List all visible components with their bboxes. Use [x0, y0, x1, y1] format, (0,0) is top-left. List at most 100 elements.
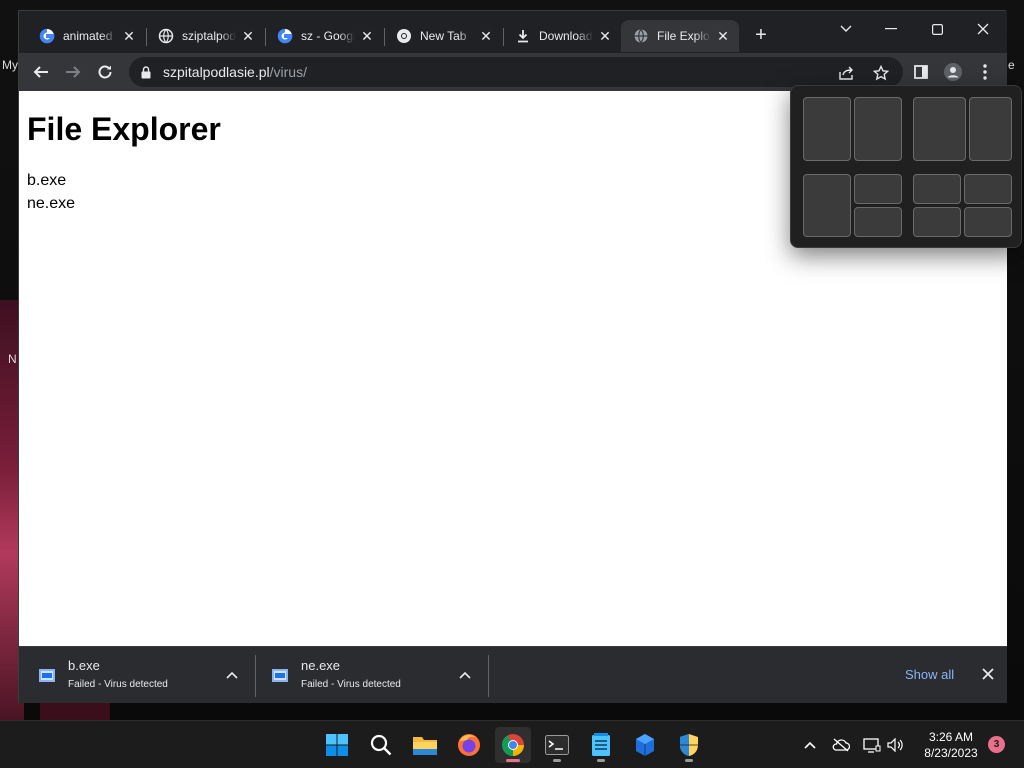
- globe-icon: [158, 28, 174, 44]
- page-title: File Explorer: [27, 111, 221, 147]
- network-icon[interactable]: [862, 735, 882, 755]
- desktop-icon-label[interactable]: e: [1008, 58, 1015, 72]
- tray-overflow-chevron-icon[interactable]: [800, 735, 820, 755]
- snap-zone[interactable]: [803, 174, 851, 237]
- download-filename: b.exe: [68, 658, 100, 673]
- snap-zone[interactable]: [913, 174, 961, 204]
- taskbar-security[interactable]: [671, 727, 707, 763]
- arrow-right-icon: [66, 66, 81, 78]
- tab-animated[interactable]: animated ✕: [27, 20, 145, 52]
- close-icon[interactable]: ✕: [478, 28, 494, 44]
- search-button[interactable]: [363, 727, 399, 763]
- snap-zone[interactable]: [854, 174, 902, 204]
- minimize-button[interactable]: [869, 15, 913, 43]
- taskbar-firefox[interactable]: [451, 727, 487, 763]
- app-cube-icon: [636, 734, 654, 756]
- desktop-icon-label[interactable]: N: [8, 352, 17, 366]
- url-path: /virus/: [269, 64, 307, 80]
- google-icon: [39, 28, 55, 44]
- snap-zone[interactable]: [854, 207, 902, 237]
- active-indicator: [506, 759, 520, 762]
- notification-badge[interactable]: 3: [988, 736, 1005, 753]
- tab-title: animated: [63, 29, 113, 43]
- maximize-button[interactable]: [915, 15, 959, 43]
- desktop-icon-label[interactable]: My: [2, 58, 18, 72]
- snap-zone[interactable]: [964, 174, 1012, 204]
- shield-icon: [680, 734, 698, 756]
- tab-file-explorer[interactable]: File Explor ✕: [621, 20, 739, 52]
- close-icon[interactable]: ✕: [597, 28, 613, 44]
- file-link-ne-exe[interactable]: ne.exe: [27, 192, 75, 215]
- close-shelf-button[interactable]: [977, 663, 999, 685]
- close-window-button[interactable]: [961, 15, 1005, 43]
- back-button[interactable]: [27, 59, 55, 85]
- close-icon[interactable]: ✕: [121, 28, 137, 44]
- firefox-icon: [458, 734, 480, 756]
- snap-zone[interactable]: [854, 97, 902, 161]
- file-explorer-icon: [413, 737, 437, 755]
- chevron-up-icon[interactable]: [222, 665, 242, 685]
- download-shelf: b.exe Failed - Virus detected ne.exe Fai…: [19, 646, 1007, 703]
- running-indicator: [553, 759, 561, 762]
- start-button[interactable]: [319, 727, 355, 763]
- show-all-button[interactable]: Show all: [899, 665, 960, 684]
- reload-button[interactable]: [91, 59, 119, 85]
- address-bar[interactable]: szpitalpodlasie.pl/virus/: [129, 57, 903, 87]
- tab-new-tab[interactable]: New Tab ✕: [384, 20, 502, 52]
- taskbar-app-cube[interactable]: [627, 727, 663, 763]
- snap-zone[interactable]: [969, 97, 1012, 161]
- snap-zone[interactable]: [913, 97, 966, 161]
- close-icon: [977, 23, 989, 35]
- taskbar-terminal[interactable]: [539, 727, 575, 763]
- close-icon[interactable]: ✕: [240, 28, 256, 44]
- tab-title: sziptalpod: [182, 29, 236, 43]
- file-link-b-exe[interactable]: b.exe: [27, 169, 75, 192]
- clock-time: 3:26 AM: [928, 730, 974, 744]
- tab-sziptalpod[interactable]: sziptalpod ✕: [146, 20, 264, 52]
- lock-icon[interactable]: [141, 65, 155, 79]
- chevron-up-icon[interactable]: [455, 665, 475, 685]
- side-panel-icon: [914, 65, 928, 79]
- bookmark-star-icon[interactable]: [871, 64, 891, 82]
- system-clock[interactable]: 3:26 AM 8/23/2023: [916, 729, 986, 761]
- close-icon[interactable]: ✕: [359, 28, 375, 44]
- taskbar: 3:26 AM 8/23/2023 3: [0, 720, 1024, 768]
- menu-button[interactable]: [971, 59, 999, 85]
- terminal-icon: [545, 735, 569, 755]
- download-item[interactable]: ne.exe Failed - Virus detected: [252, 655, 486, 697]
- snap-zone[interactable]: [803, 97, 851, 161]
- exe-file-icon: [39, 669, 55, 682]
- close-icon[interactable]: ✕: [715, 28, 731, 44]
- tab-search-button[interactable]: [824, 15, 868, 43]
- cloud-off-icon[interactable]: [831, 735, 851, 755]
- file-list: b.exe ne.exe: [27, 169, 75, 215]
- snap-layouts-flyout: [790, 85, 1022, 248]
- volume-icon[interactable]: [886, 735, 906, 755]
- download-separator: [488, 655, 489, 697]
- chevron-down-icon: [840, 25, 852, 32]
- taskbar-notepad[interactable]: [583, 727, 619, 763]
- new-tab-button[interactable]: +: [750, 25, 772, 47]
- download-item[interactable]: b.exe Failed - Virus detected: [19, 655, 253, 697]
- reload-icon: [98, 65, 112, 79]
- snap-zone[interactable]: [964, 207, 1012, 237]
- side-panel-button[interactable]: [907, 59, 935, 85]
- wallpaper-art-bottom: [40, 700, 110, 720]
- taskbar-chrome[interactable]: [495, 727, 531, 763]
- maximize-icon: [931, 23, 943, 35]
- tab-sz-google[interactable]: sz - Google ✕: [265, 20, 383, 52]
- url-host: szpitalpodlasie.pl: [163, 64, 270, 80]
- clock-date: 8/23/2023: [924, 746, 978, 760]
- tab-title: Download: [539, 29, 593, 43]
- share-icon[interactable]: [837, 64, 857, 82]
- start-icon: [326, 734, 348, 756]
- taskbar-file-explorer[interactable]: [407, 727, 443, 763]
- forward-button[interactable]: [59, 59, 87, 85]
- snap-zone[interactable]: [913, 207, 961, 237]
- tab-title: sz - Google: [301, 29, 355, 43]
- google-icon: [277, 28, 293, 44]
- download-icon: [515, 28, 531, 44]
- profile-button[interactable]: [939, 59, 967, 85]
- tab-downloads[interactable]: Download ✕: [503, 20, 621, 52]
- arrow-left-icon: [33, 66, 48, 78]
